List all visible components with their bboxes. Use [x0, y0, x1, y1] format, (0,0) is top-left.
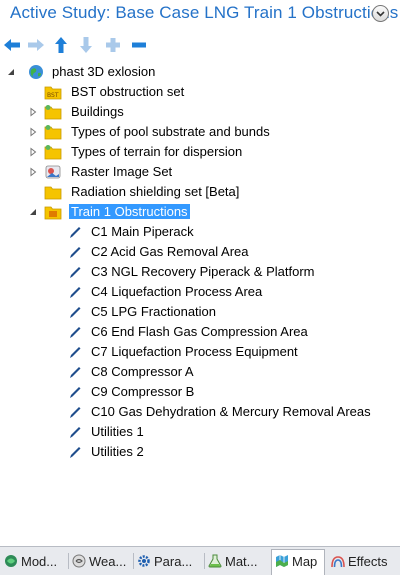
tree-item-label: C4 Liquefaction Process Area [91, 284, 263, 299]
down-arrow-icon[interactable] [77, 36, 95, 54]
collapse-triangle-icon[interactable] [6, 67, 16, 77]
tree-item-pool-substrate[interactable]: Types of pool substrate and bunds [0, 122, 380, 142]
tree-item-label: Types of terrain for dispersion [71, 144, 243, 159]
tree-item-label: Buildings [71, 104, 124, 119]
tree-item-buildings[interactable]: Buildings [0, 102, 380, 122]
folder-icon [44, 105, 62, 120]
map-icon [276, 555, 288, 567]
bottom-tab-bar: Mod... Wea... Para... Mat... Map Effects [0, 546, 400, 575]
tree-root[interactable]: phast 3D exlosion [0, 62, 380, 82]
tree-child-item[interactable]: Utilities 2 [0, 442, 390, 462]
tab-label: Para... [154, 554, 193, 569]
tree-child-item[interactable]: C5 LPG Fractionation [0, 302, 390, 322]
tree-item-label: C1 Main Piperack [91, 224, 194, 239]
tree-item-label: Utilities 2 [91, 444, 144, 459]
tree-child-item[interactable]: C10 Gas Dehydration & Mercury Removal Ar… [0, 402, 390, 422]
tree-item-label: C5 LPG Fractionation [91, 304, 217, 319]
folder-icon [44, 145, 62, 160]
tab-label: Effects [348, 554, 388, 569]
pencil-icon [70, 287, 81, 298]
tab-label: Mod... [21, 554, 58, 569]
pencil-icon [70, 307, 81, 318]
tree-item-train-1-obstructions[interactable]: Train 1 Obstructions [0, 202, 380, 222]
tree-item-label: Utilities 1 [91, 424, 144, 439]
tab-parameters[interactable]: Para... [134, 550, 202, 574]
tab-label: Wea... [89, 554, 127, 569]
raster-image-icon [45, 165, 61, 179]
tree-item-label: C3 NGL Recovery Piperack & Platform [91, 264, 315, 279]
tree-child-item[interactable]: C4 Liquefaction Process Area [0, 282, 390, 302]
tree-item-label: Raster Image Set [71, 164, 173, 179]
pencil-icon [70, 407, 81, 418]
bst-folder-icon: BST [44, 86, 62, 100]
tree-item-label: Train 1 Obstructions [69, 204, 190, 219]
pencil-icon [70, 447, 81, 458]
remove-icon[interactable] [130, 36, 148, 54]
tree-child-item[interactable]: C1 Main Piperack [0, 222, 390, 242]
globe-icon [29, 65, 43, 79]
obstruction-folder-icon [44, 206, 62, 220]
tree-item-label: C9 Compressor B [91, 384, 195, 399]
pencil-icon [70, 427, 81, 438]
weather-tab-icon [72, 554, 86, 568]
collapse-button[interactable] [372, 5, 389, 22]
tree-child-item[interactable]: C7 Liquefaction Process Equipment [0, 342, 390, 362]
models-tab-icon [5, 555, 17, 567]
tree-item-label: C6 End Flash Gas Compression Area [91, 324, 308, 339]
expand-triangle-icon[interactable] [28, 147, 38, 157]
tab-materials[interactable]: Mat... [205, 550, 269, 574]
tree-item-label: phast 3D exlosion [52, 64, 156, 79]
tree-item-bst[interactable]: BST BST obstruction set [0, 82, 380, 102]
gear-icon [138, 555, 150, 567]
add-icon[interactable] [104, 36, 122, 54]
up-arrow-icon[interactable] [52, 36, 70, 54]
tree-child-item[interactable]: C9 Compressor B [0, 382, 390, 402]
back-arrow-icon[interactable] [3, 36, 21, 54]
expand-triangle-icon[interactable] [28, 127, 38, 137]
header: Active Study: Base Case LNG Train 1 Obst… [0, 0, 400, 32]
tree-item-label: C2 Acid Gas Removal Area [91, 244, 249, 259]
tree-item-terrain[interactable]: Types of terrain for dispersion [0, 142, 380, 162]
tree-child-item[interactable]: C3 NGL Recovery Piperack & Platform [0, 262, 390, 282]
tree-item-label: C7 Liquefaction Process Equipment [91, 344, 298, 359]
pencil-icon [70, 227, 81, 238]
svg-text:BST: BST [47, 92, 59, 99]
tree-item-raster[interactable]: Raster Image Set [0, 162, 380, 182]
tab-effects[interactable]: Effects [328, 550, 396, 574]
study-title: Active Study: Base Case LNG Train 1 Obst… [10, 3, 399, 22]
tree-child-item[interactable]: C6 End Flash Gas Compression Area [0, 322, 390, 342]
folder-icon [44, 186, 62, 200]
pencil-icon [70, 327, 81, 338]
expand-triangle-icon[interactable] [28, 167, 38, 177]
pencil-icon [70, 247, 81, 258]
tab-label: Mat... [225, 554, 258, 569]
tree-item-label: Radiation shielding set [Beta] [71, 184, 240, 199]
pencil-icon [70, 347, 81, 358]
expand-triangle-icon[interactable] [28, 107, 38, 117]
tree-child-item[interactable]: Utilities 1 [0, 422, 390, 442]
tree-child-item[interactable]: C2 Acid Gas Removal Area [0, 242, 390, 262]
tree-item-label: C10 Gas Dehydration & Mercury Removal Ar… [91, 404, 371, 419]
tree-item-label: Types of pool substrate and bunds [71, 124, 270, 139]
tree-child-item[interactable]: C8 Compressor A [0, 362, 390, 382]
forward-arrow-icon[interactable] [27, 36, 45, 54]
folder-icon [44, 125, 62, 140]
tab-weather[interactable]: Wea... [69, 550, 131, 574]
tab-label: Map [292, 554, 318, 569]
tree-item-label: C8 Compressor A [91, 364, 194, 379]
pencil-icon [70, 367, 81, 378]
flask-icon [208, 554, 222, 568]
toolbar [0, 36, 200, 56]
pencil-icon [70, 267, 81, 278]
tree-item-label: BST obstruction set [71, 84, 185, 99]
tree-item-radiation-shielding[interactable]: Radiation shielding set [Beta] [0, 182, 380, 202]
tab-map[interactable]: Map [271, 549, 325, 575]
tab-models[interactable]: Mod... [1, 550, 67, 574]
collapse-triangle-icon[interactable] [28, 207, 38, 217]
chevron-down-icon [376, 11, 385, 17]
effects-tab-icon [331, 556, 345, 568]
pencil-icon [70, 387, 81, 398]
